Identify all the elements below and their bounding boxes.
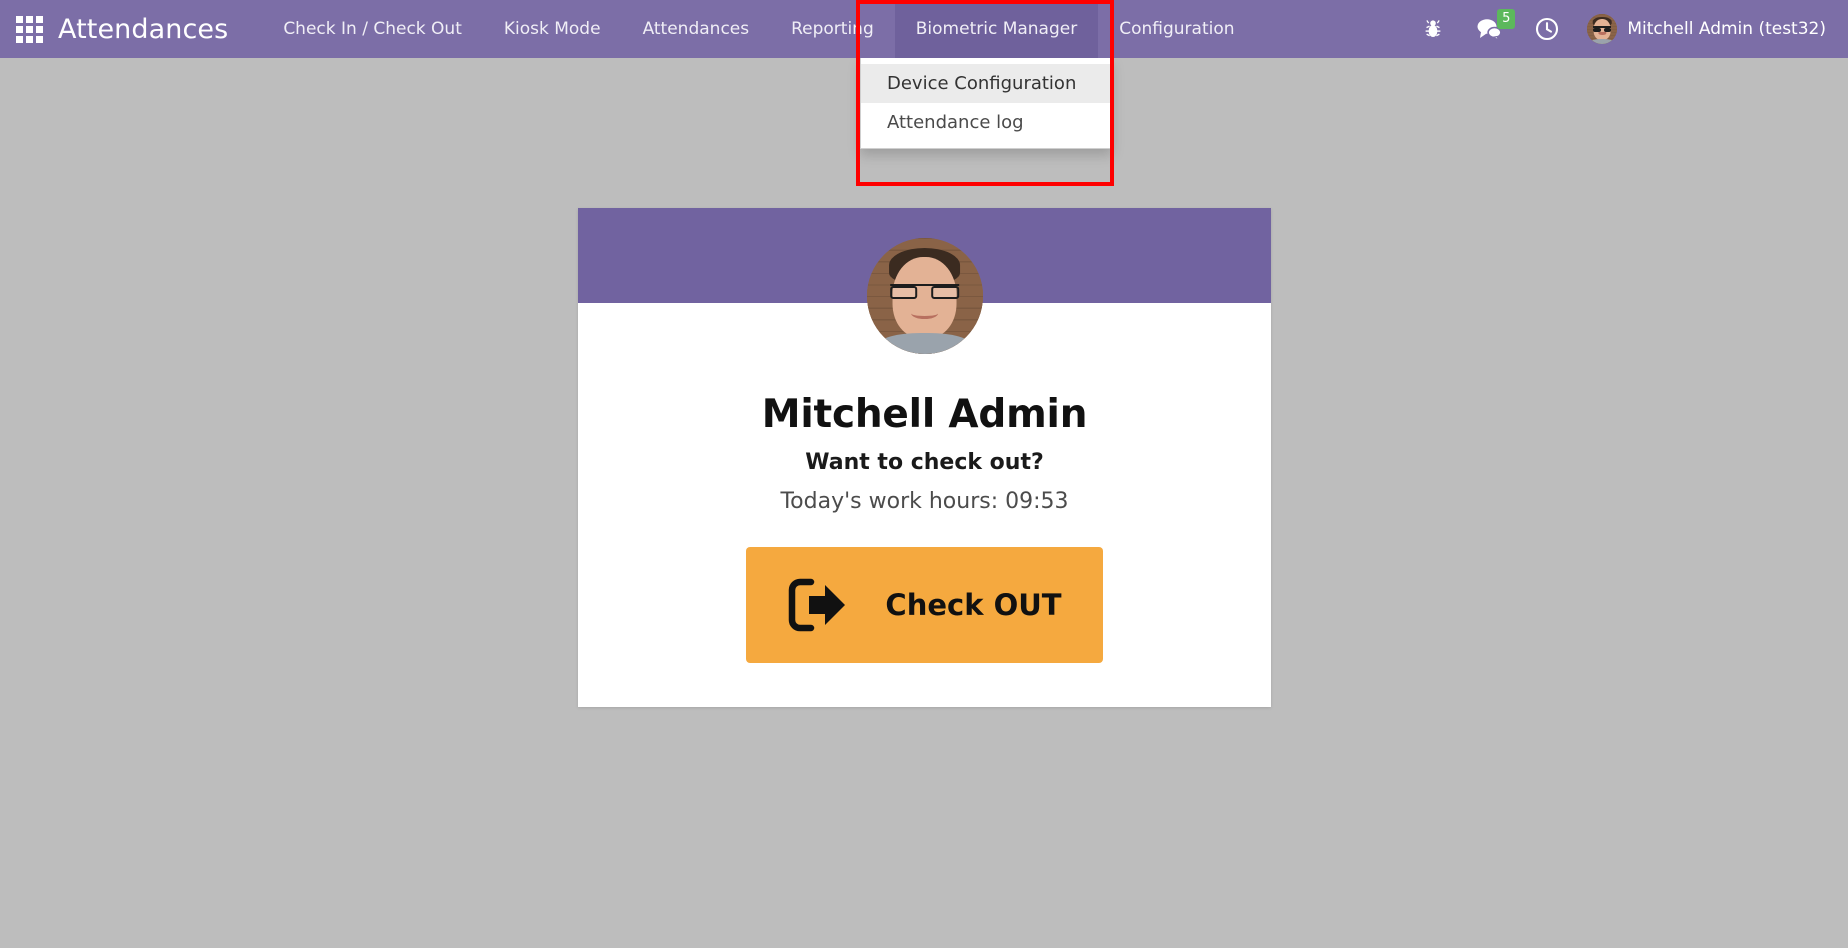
top-navbar: Attendances Check In / Check Out Kiosk M… (0, 0, 1848, 58)
menu-item-reporting[interactable]: Reporting (770, 0, 895, 58)
sign-out-icon (789, 578, 846, 632)
employee-name: Mitchell Admin (761, 392, 1088, 437)
user-name-label: Mitchell Admin (test32) (1627, 19, 1826, 39)
menu-item-attendances[interactable]: Attendances (622, 0, 771, 58)
today-work-hours: Today's work hours: 09:53 (780, 488, 1069, 514)
navbar-right-tools: 5 Mitchell Admin (test32) (1407, 0, 1848, 58)
dropdown-item-device-configuration[interactable]: Device Configuration (861, 64, 1111, 103)
kiosk-attendance-card: Mitchell Admin Want to check out? Today'… (578, 208, 1271, 707)
menu-item-label: Configuration (1119, 19, 1235, 39)
page-content: Mitchell Admin Want to check out? Today'… (0, 58, 1848, 948)
clock-icon (1536, 17, 1559, 41)
checkout-prompt: Want to check out? (805, 449, 1044, 475)
user-menu[interactable]: Mitchell Admin (test32) (1575, 14, 1826, 44)
menu-item-check-in-check-out[interactable]: Check In / Check Out (262, 0, 483, 58)
biometric-manager-dropdown: Device Configuration Attendance log (860, 58, 1112, 149)
bug-icon (1425, 20, 1441, 37)
app-brand-title[interactable]: Attendances (58, 0, 262, 58)
dropdown-item-label: Device Configuration (887, 73, 1077, 94)
messages-button[interactable]: 5 (1459, 0, 1519, 58)
apps-menu-toggle[interactable] (0, 0, 58, 58)
menu-item-biometric-manager[interactable]: Biometric Manager (894, 0, 1099, 58)
activity-button[interactable] (1519, 0, 1575, 58)
menu-item-label: Kiosk Mode (503, 19, 601, 39)
check-out-button[interactable]: Check OUT (746, 546, 1103, 663)
menu-item-label: Attendances (642, 19, 750, 39)
messages-count-badge: 5 (1497, 9, 1516, 29)
dropdown-item-label: Attendance log (887, 112, 1024, 133)
dropdown-item-attendance-log[interactable]: Attendance log (861, 103, 1111, 142)
card-header (578, 208, 1271, 354)
employee-photo (866, 238, 983, 354)
main-menu: Check In / Check Out Kiosk Mode Attendan… (262, 0, 1255, 58)
check-out-label: Check OUT (885, 587, 1062, 622)
menu-item-kiosk-mode[interactable]: Kiosk Mode (483, 0, 622, 58)
card-body: Mitchell Admin Want to check out? Today'… (578, 303, 1271, 663)
menu-item-label: Reporting (791, 19, 874, 39)
menu-item-label: Check In / Check Out (283, 19, 462, 39)
menu-item-label: Biometric Manager (915, 19, 1078, 39)
user-avatar (1587, 14, 1618, 44)
menu-item-configuration[interactable]: Configuration (1098, 0, 1255, 58)
apps-grid-icon (15, 15, 43, 43)
debug-menu-button[interactable] (1407, 0, 1459, 58)
